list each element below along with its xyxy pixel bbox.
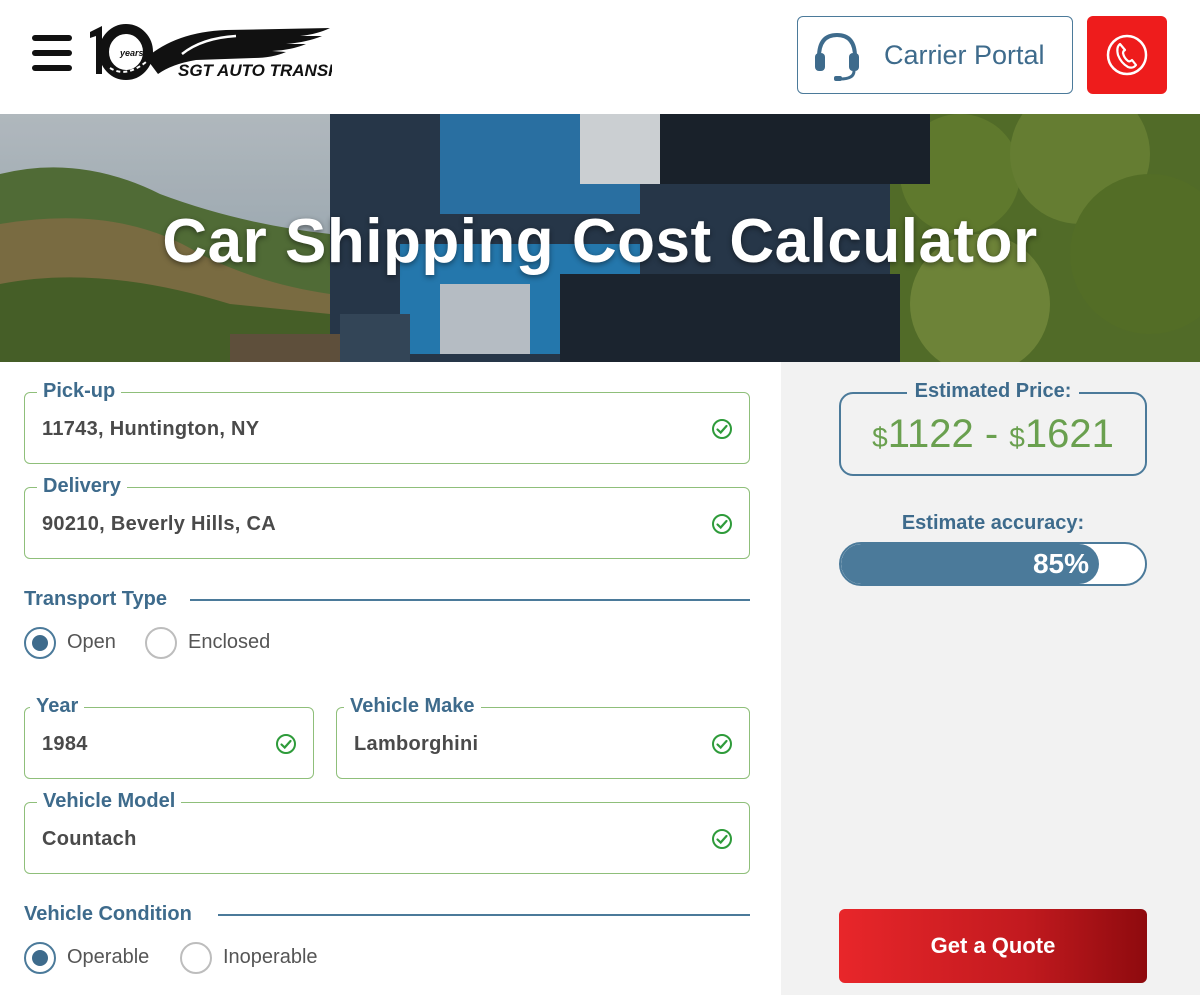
headset-icon [815,32,859,81]
page-title: Car Shipping Cost Calculator [162,207,1038,276]
phone-call-button[interactable] [1087,16,1167,94]
pickup-field[interactable]: Pick-up 11743, Huntington, NY [24,379,750,465]
logo-text-sgt: SGT AUTO TRANSPORT [178,61,332,80]
delivery-value[interactable]: 90210, Beverly Hills, CA [42,488,276,560]
estimate-accuracy-label: Estimate accuracy: [901,512,1085,534]
vehicle-make-value[interactable]: Lamborghini [354,708,478,780]
hero-banner: Car Shipping Cost Calculator [0,114,1200,362]
transport-type-title: Transport Type [24,588,179,611]
carrier-portal-button[interactable]: Carrier Portal [797,16,1073,94]
vehicle-condition-divider [218,914,750,916]
svg-text:years: years [119,48,144,58]
vehicle-condition-title: Vehicle Condition [24,903,204,926]
sgt-logo[interactable]: SGT AUTO TRANSPORT years [86,24,377,84]
estimate-panel: Estimated Price: $1122 - $1621 Estimate … [781,362,1200,995]
vehicle-model-value[interactable]: Countach [42,803,137,875]
quote-form: Pick-up 11743, Huntington, NY Delivery 9… [0,362,781,995]
vehicle-make-field[interactable]: Vehicle Make Lamborghini [336,694,750,780]
check-circle-icon [712,734,732,754]
estimated-price-value: $1122 - $1621 [872,412,1114,456]
check-circle-icon [712,829,732,849]
year-field[interactable]: Year 1984 [24,694,314,780]
estimated-price-box: Estimated Price: $1122 - $1621 [839,380,1147,476]
estimated-price-label: Estimated Price: [906,380,1080,402]
estimate-accuracy-bar: 85% [839,542,1147,586]
check-circle-icon [276,734,296,754]
carrier-portal-label: Carrier Portal [884,40,1045,70]
check-circle-icon [712,419,732,439]
hamburger-menu-icon[interactable] [32,35,74,73]
transport-type-divider [190,599,750,601]
year-value[interactable]: 1984 [42,708,88,780]
phone-icon [1106,34,1148,76]
estimate-accuracy-value: 85% [1032,548,1089,579]
check-circle-icon [712,514,732,534]
pickup-value[interactable]: 11743, Huntington, NY [42,393,259,465]
get-a-quote-button[interactable]: Get a Quote [839,909,1147,983]
vehicle-model-field[interactable]: Vehicle Model Countach [24,789,750,875]
delivery-field[interactable]: Delivery 90210, Beverly Hills, CA [24,474,750,560]
site-header: SGT AUTO TRANSPORT years Carrier Portal [0,0,1200,114]
